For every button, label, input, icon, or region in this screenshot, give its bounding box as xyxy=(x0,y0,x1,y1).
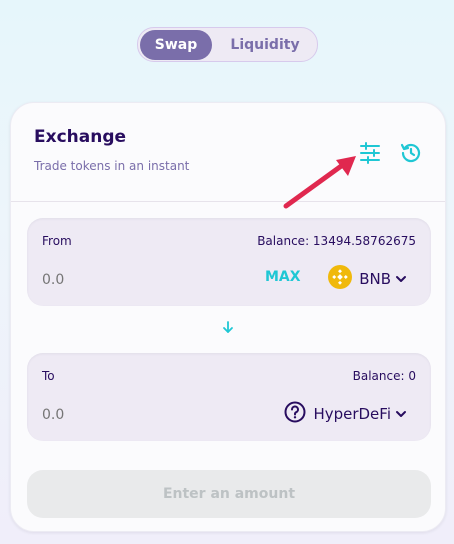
to-panel: To Balance: 0 HyperDeFi xyxy=(27,353,431,441)
tab-liquidity[interactable]: Liquidity xyxy=(218,30,312,60)
from-label: From xyxy=(42,234,72,248)
chevron-down-icon xyxy=(395,270,407,289)
arrow-down-icon[interactable] xyxy=(221,319,235,333)
from-token-name: BNB xyxy=(359,270,391,288)
bnb-icon xyxy=(328,265,353,293)
card-subtitle: Trade tokens in an instant xyxy=(34,159,190,173)
chevron-down-icon xyxy=(395,405,407,424)
tab-swap[interactable]: Swap xyxy=(140,30,212,60)
from-amount-input[interactable] xyxy=(42,269,192,291)
to-token-name: HyperDeFi xyxy=(313,405,391,423)
history-icon[interactable] xyxy=(399,141,423,165)
max-button[interactable]: MAX xyxy=(265,269,301,285)
enter-amount-button[interactable]: Enter an amount xyxy=(27,470,431,518)
from-balance: Balance: 13494.58762675 xyxy=(257,234,416,248)
card-title: Exchange xyxy=(34,127,127,147)
exchange-card: Exchange Trade tokens in an instant From… xyxy=(10,102,446,532)
settings-icon[interactable] xyxy=(358,141,382,165)
divider xyxy=(11,201,445,202)
to-balance: Balance: 0 xyxy=(352,369,416,383)
unknown-token-icon xyxy=(284,401,306,427)
to-label: To xyxy=(42,369,55,383)
to-token-select[interactable]: HyperDeFi xyxy=(284,399,407,429)
from-panel: From Balance: 13494.58762675 MAX BNB xyxy=(27,218,431,306)
to-amount-input[interactable] xyxy=(42,404,192,426)
swap-liquidity-toggle: Swap Liquidity xyxy=(137,27,318,62)
from-token-select[interactable]: BNB xyxy=(328,264,407,294)
